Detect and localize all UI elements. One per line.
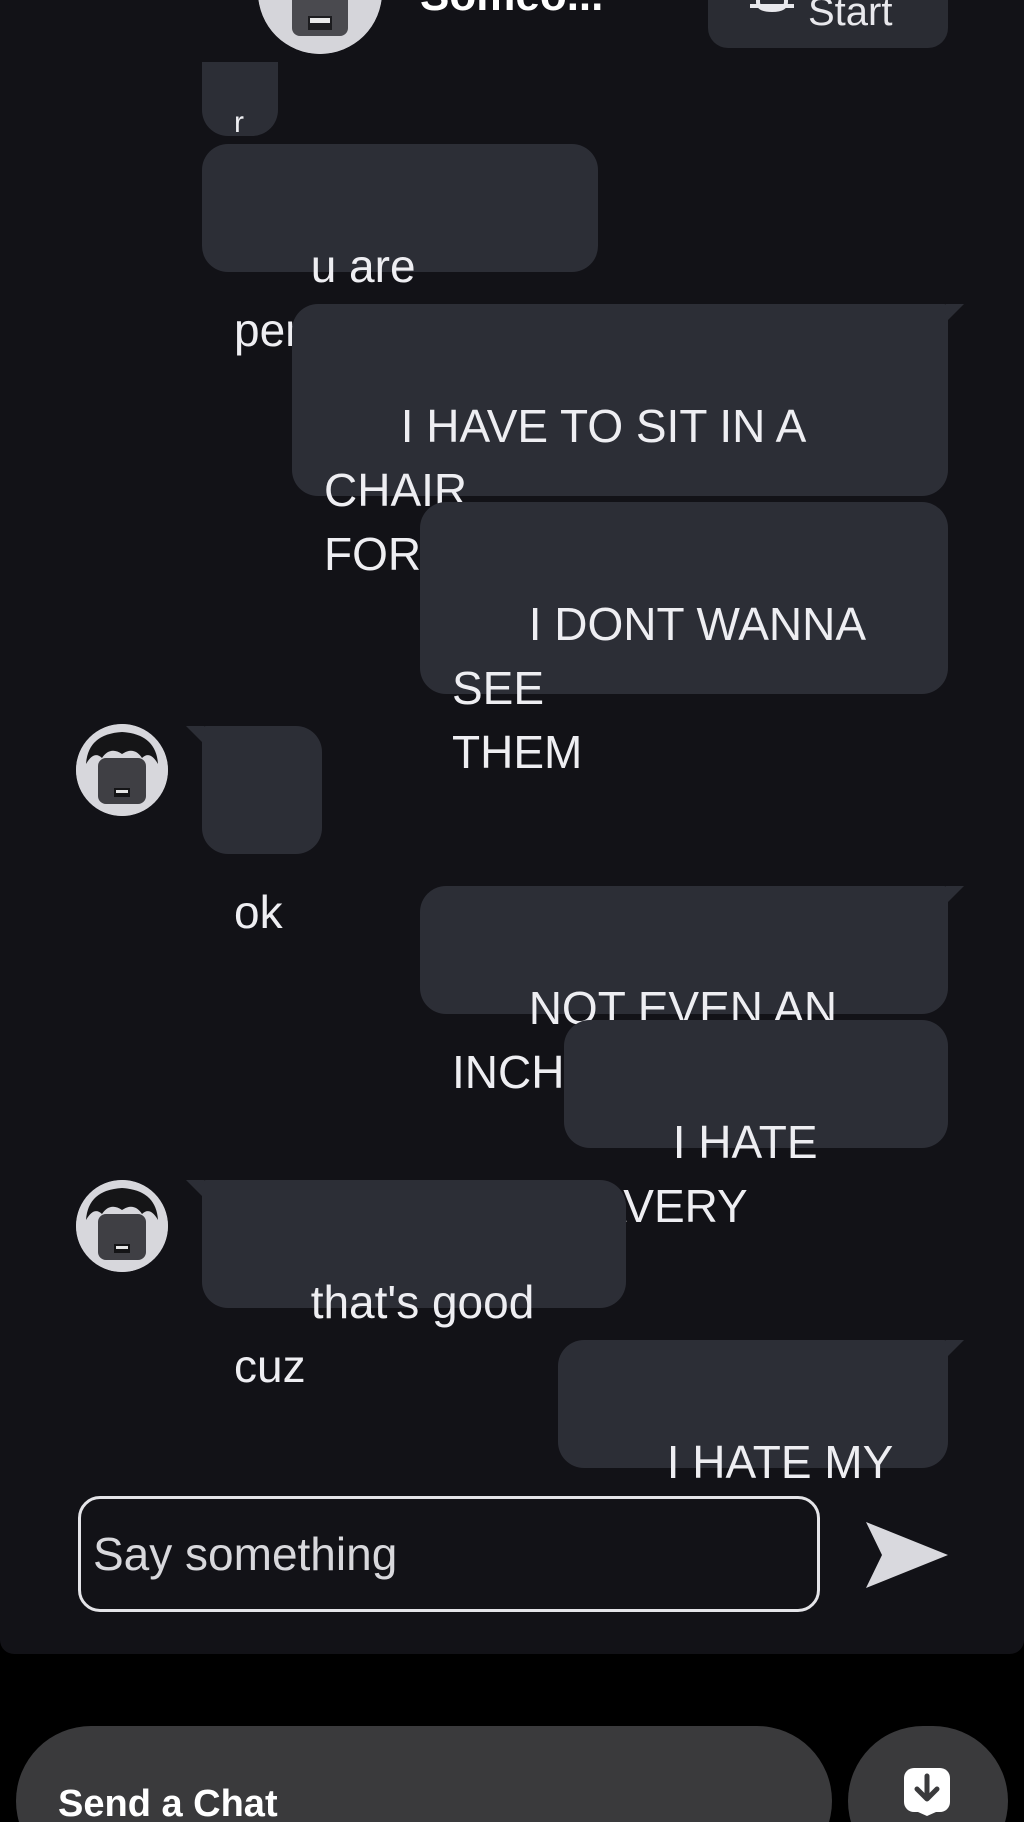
contact-name[interactable]: Someo... [420,0,603,18]
start-button[interactable]: Start [708,0,948,48]
app-screen: Someo... Start r u are perefect I HAVE T… [0,0,1024,1822]
avatar-image [76,1180,168,1272]
message-bubble: ok [202,726,322,938]
message-text: that's good cuz [234,1276,548,1392]
bubble-tail [946,886,964,904]
chat-panel: Someo... Start r u are perefect I HAVE T… [0,0,1024,1654]
avatar-image [76,724,168,816]
download-icon [904,1768,950,1816]
avatar[interactable] [76,1180,168,1272]
send-a-chat-label: Send a Chat [58,1783,278,1822]
send-a-chat-bar[interactable]: Send a Chat [16,1726,832,1822]
bubble-tail [186,726,204,744]
start-label: Start [808,0,893,34]
message-bubble: I HAVE TO SIT IN A CHAIR FOR 8 OR 7 HOUR… [292,304,948,580]
send-arrow-icon[interactable] [866,1522,948,1588]
download-button[interactable] [848,1726,1008,1822]
message-text: I HATE AVERY [596,1116,828,1232]
message-bubble: r [202,62,278,139]
bubble-tail [186,1180,204,1198]
message-text: ok [234,886,283,938]
bell-icon [750,0,794,13]
message-bubble: that's good cuz [202,1180,626,1392]
bubble-tail [946,304,964,322]
message-bubble: I HATE MY SIS [558,1340,948,1552]
message-text: r [234,106,244,139]
message-bubble: I DONT WANNA SEE THEM [420,502,948,778]
message-text: I DONT WANNA SEE THEM [452,598,864,778]
avatar[interactable] [76,724,168,816]
message-input[interactable] [78,1496,820,1612]
avatar-image [258,0,382,54]
header-avatar[interactable] [258,0,382,54]
message-bubble: NOT EVEN AN INCH [420,886,948,1098]
message-bubble: u are perefect [202,144,598,356]
bubble-tail [946,1340,964,1358]
message-bubble: I HATE AVERY [564,1020,948,1232]
chevron-left-icon[interactable] [98,0,138,10]
